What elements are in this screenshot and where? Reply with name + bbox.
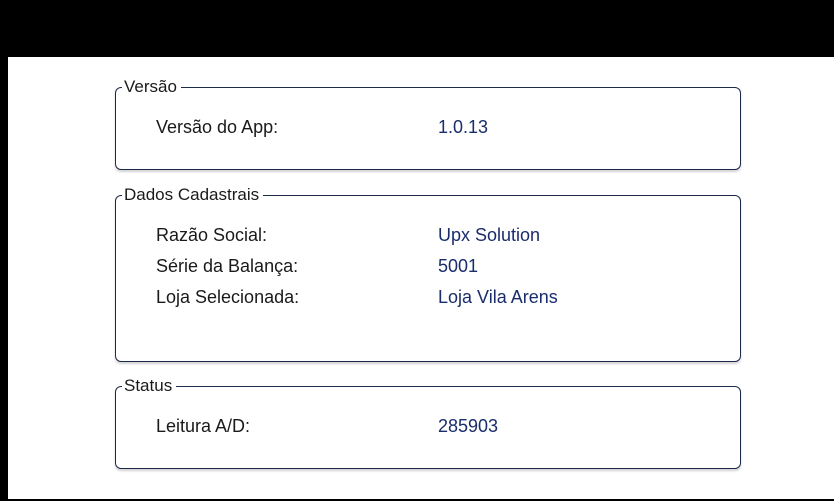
selected-store-value: Loja Vila Arens: [438, 287, 558, 307]
scale-serial-value: 5001: [438, 256, 479, 276]
status-group: Status Leitura A/D: 285903: [115, 376, 741, 469]
app-version-value: 1.0.13: [438, 117, 489, 137]
company-name-value: Upx Solution: [438, 225, 541, 245]
version-group-title: Versão: [122, 77, 181, 97]
company-name-label: Razão Social:: [156, 225, 268, 245]
scale-serial-label: Série da Balança:: [156, 256, 299, 276]
ad-reading-label: Leitura A/D:: [156, 416, 251, 436]
left-edge: [0, 0, 8, 501]
ad-reading-value: 285903: [438, 416, 499, 436]
version-group: Versão Versão do App: 1.0.13: [115, 77, 741, 170]
status-group-title: Status: [122, 376, 177, 396]
registration-data-group: Dados Cadastrais Razão Social: Upx Solut…: [115, 185, 741, 362]
app-screen: Versão Versão do App: 1.0.13 Dados Cadas…: [0, 0, 834, 501]
app-version-label: Versão do App:: [156, 117, 279, 137]
selected-store-label: Loja Selecionada:: [156, 287, 300, 307]
registration-data-group-title: Dados Cadastrais: [122, 185, 264, 205]
top-bar: [0, 0, 834, 57]
